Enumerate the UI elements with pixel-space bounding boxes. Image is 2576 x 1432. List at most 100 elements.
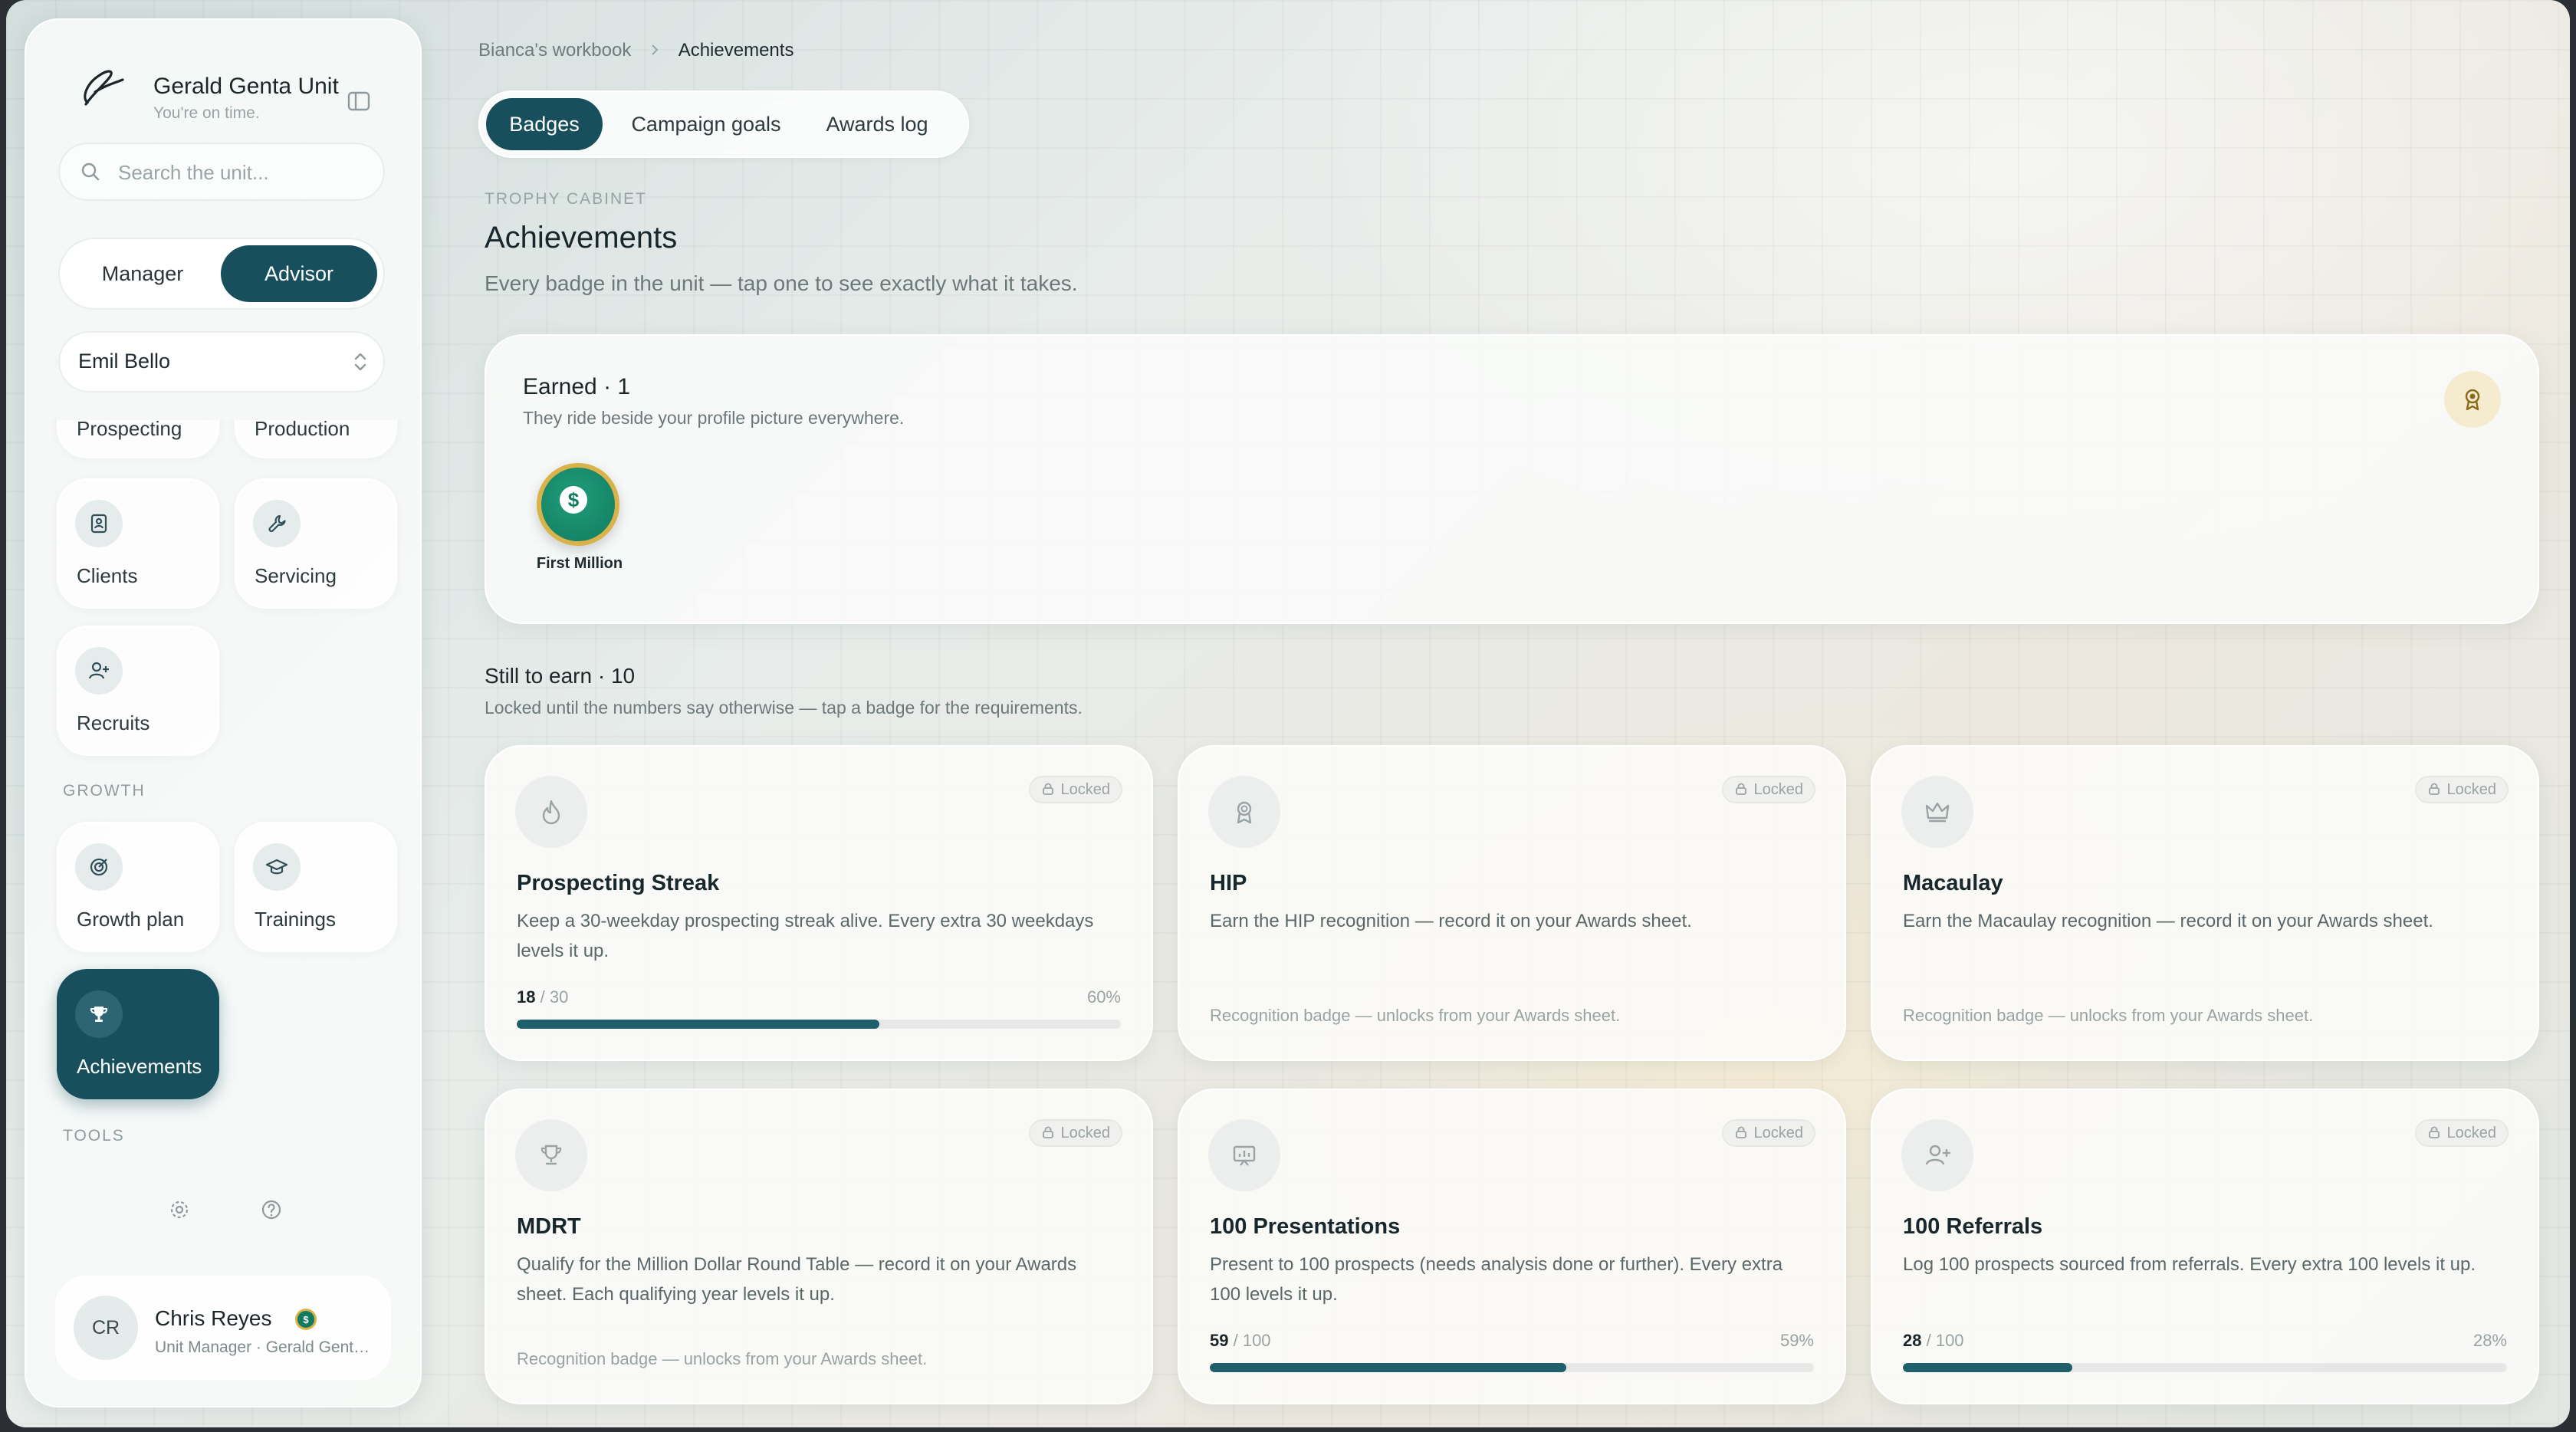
still-to-earn-subtitle: Locked until the numbers say otherwise —… [485,698,1083,718]
logo-icon [84,70,124,106]
badge-description: Earn the HIP recognition — record it on … [1210,911,1692,931]
locked-label: Locked [1060,781,1111,798]
sidebar-item-label: Clients [77,564,138,587]
profile-role: Unit Manager · Gerald Genta Unit [155,1338,377,1356]
locked-badge: Locked [1721,1119,1815,1147]
sidebar-item-servicing[interactable]: Servicing [235,478,397,609]
locked-badge: Locked [1028,776,1122,803]
avatar: CR [74,1296,138,1360]
tab-campaign-goals[interactable]: Campaign goals [610,98,802,150]
progress-fill [1903,1363,2072,1372]
page-eyebrow: TROPHY CABINET [485,190,647,208]
lock-icon [2428,1126,2440,1138]
locked-badge: Locked [1028,1119,1122,1147]
progress-bar [517,1020,1121,1029]
progress-total: / 100 [1233,1331,1271,1350]
badge-card-100-presentations[interactable]: Locked 100 Presentations Present to 100 … [1178,1089,1846,1404]
still-to-earn-title: Still to earn · 10 [485,664,636,688]
member-select[interactable]: Emil Bello [58,331,385,392]
contacts-book-icon [75,500,123,547]
chevron-up-down-icon [354,353,366,371]
breadcrumb-current: Achievements [678,40,794,61]
tab-badges[interactable]: Badges [486,98,603,150]
badge-description: Present to 100 prospects (needs analysis… [1210,1254,1783,1305]
badge-card-100-referrals[interactable]: Locked 100 Referrals Log 100 prospects s… [1871,1089,2539,1404]
badge-footnote: Recognition badge — unlocks from your Aw… [1210,1006,1621,1025]
badge-footnote: Recognition badge — unlocks from your Aw… [1903,1006,2314,1025]
sidebar-toggle-icon[interactable] [343,86,374,117]
role-manager-button[interactable]: Manager [66,245,219,302]
breadcrumb-parent-link[interactable]: Bianca's workbook [478,40,631,61]
wrench-icon [253,500,301,547]
tab-awards-log[interactable]: Awards log [808,98,946,150]
sidebar: Gerald Genta Unit You're on time. Search… [25,18,422,1407]
sidebar-item-label: Achievements [77,1055,202,1078]
progress-total: / 30 [540,987,569,1007]
role-toggle: Manager Advisor [58,238,385,310]
tab-bar: Badges Campaign goals Awards log [478,90,969,158]
progress-text: 59 / 100 59% [1210,1331,1814,1351]
badge-card-prospecting-streak[interactable]: Locked Prospecting Streak Keep a 30-week… [485,745,1153,1061]
sidebar-item-label: Trainings [255,908,336,931]
brand-subtitle: You're on time. [153,104,260,122]
sidebar-item-label: Production [255,420,350,440]
role-advisor-button[interactable]: Advisor [221,245,377,302]
earned-title: Earned · 1 [523,374,631,399]
sidebar-item-trainings[interactable]: Trainings [235,822,397,952]
crown-icon [1901,776,1973,848]
help-icon[interactable] [259,1197,284,1222]
badge-card-macaulay[interactable]: Locked Macaulay Earn the Macaulay recogn… [1871,745,2539,1061]
badge-description: Log 100 prospects sourced from referrals… [1903,1254,2476,1275]
sidebar-item-clients[interactable]: Clients [57,478,219,609]
brand-name: Gerald Genta Unit [153,74,339,99]
section-label-tools: TOOLS [63,1127,125,1145]
badge-card-hip[interactable]: Locked HIP Earn the HIP recognition — re… [1178,745,1846,1061]
dollar-icon: $ [560,486,587,514]
progress-percent: 28% [2472,1331,2507,1350]
lock-icon [1042,783,1053,795]
sidebar-item-label: Recruits [77,711,150,734]
badge-title: Prospecting Streak [517,871,720,895]
locked-label: Locked [1060,1125,1111,1141]
locked-label: Locked [1753,781,1804,798]
sidebar-item-growth-plan[interactable]: Growth plan [57,822,219,952]
trophy-icon [75,990,123,1038]
earned-subtitle: They ride beside your profile picture ev… [523,408,905,428]
badge-title: Macaulay [1903,871,2003,895]
locked-label: Locked [2446,1125,2497,1141]
progress-percent: 60% [1086,987,1121,1007]
lock-icon [2428,783,2440,795]
badge-card-mdrt[interactable]: Locked MDRT Qualify for the Million Doll… [485,1089,1153,1404]
locked-label: Locked [2446,781,2497,798]
progress-current: 28 [1903,1331,1922,1350]
settings-icon[interactable] [167,1197,192,1222]
badge-first-million[interactable]: $ [537,463,619,546]
user-profile-card[interactable]: CR Chris Reyes $ Unit Manager · Gerald G… [55,1276,391,1380]
sidebar-item-prospecting[interactable]: Prospecting [57,420,219,458]
flame-icon [515,776,587,848]
locked-badge: Locked [2414,776,2509,803]
progress-fill [517,1020,879,1029]
sidebar-item-recruits[interactable]: Recruits [57,626,219,756]
sidebar-item-achievements[interactable]: Achievements [57,969,219,1099]
trophy-icon [515,1119,587,1191]
search-input[interactable]: Search the unit... [58,143,385,201]
badge-title: MDRT [517,1214,581,1239]
badge-footnote: Recognition badge — unlocks from your Aw… [517,1349,928,1368]
earned-badges-panel: Earned · 1 They ride beside your profile… [485,334,2539,624]
locked-badge: Locked [1721,776,1815,803]
progress-fill [1210,1363,1566,1372]
svg-text:$: $ [303,1314,309,1325]
badge-title: 100 Referrals [1903,1214,2043,1239]
progress-current: 18 [517,987,536,1007]
progress-percent: 59% [1779,1331,1814,1350]
medal-icon [2444,371,2501,428]
user-plus-icon [75,647,123,695]
section-label-growth: GROWTH [63,782,146,800]
progress-bar [1210,1363,1814,1372]
user-plus-icon [1901,1119,1973,1191]
graduation-cap-icon [253,843,301,891]
sidebar-item-production[interactable]: Production [235,420,397,458]
lock-icon [1735,783,1746,795]
award-ribbon-icon [1208,776,1280,848]
